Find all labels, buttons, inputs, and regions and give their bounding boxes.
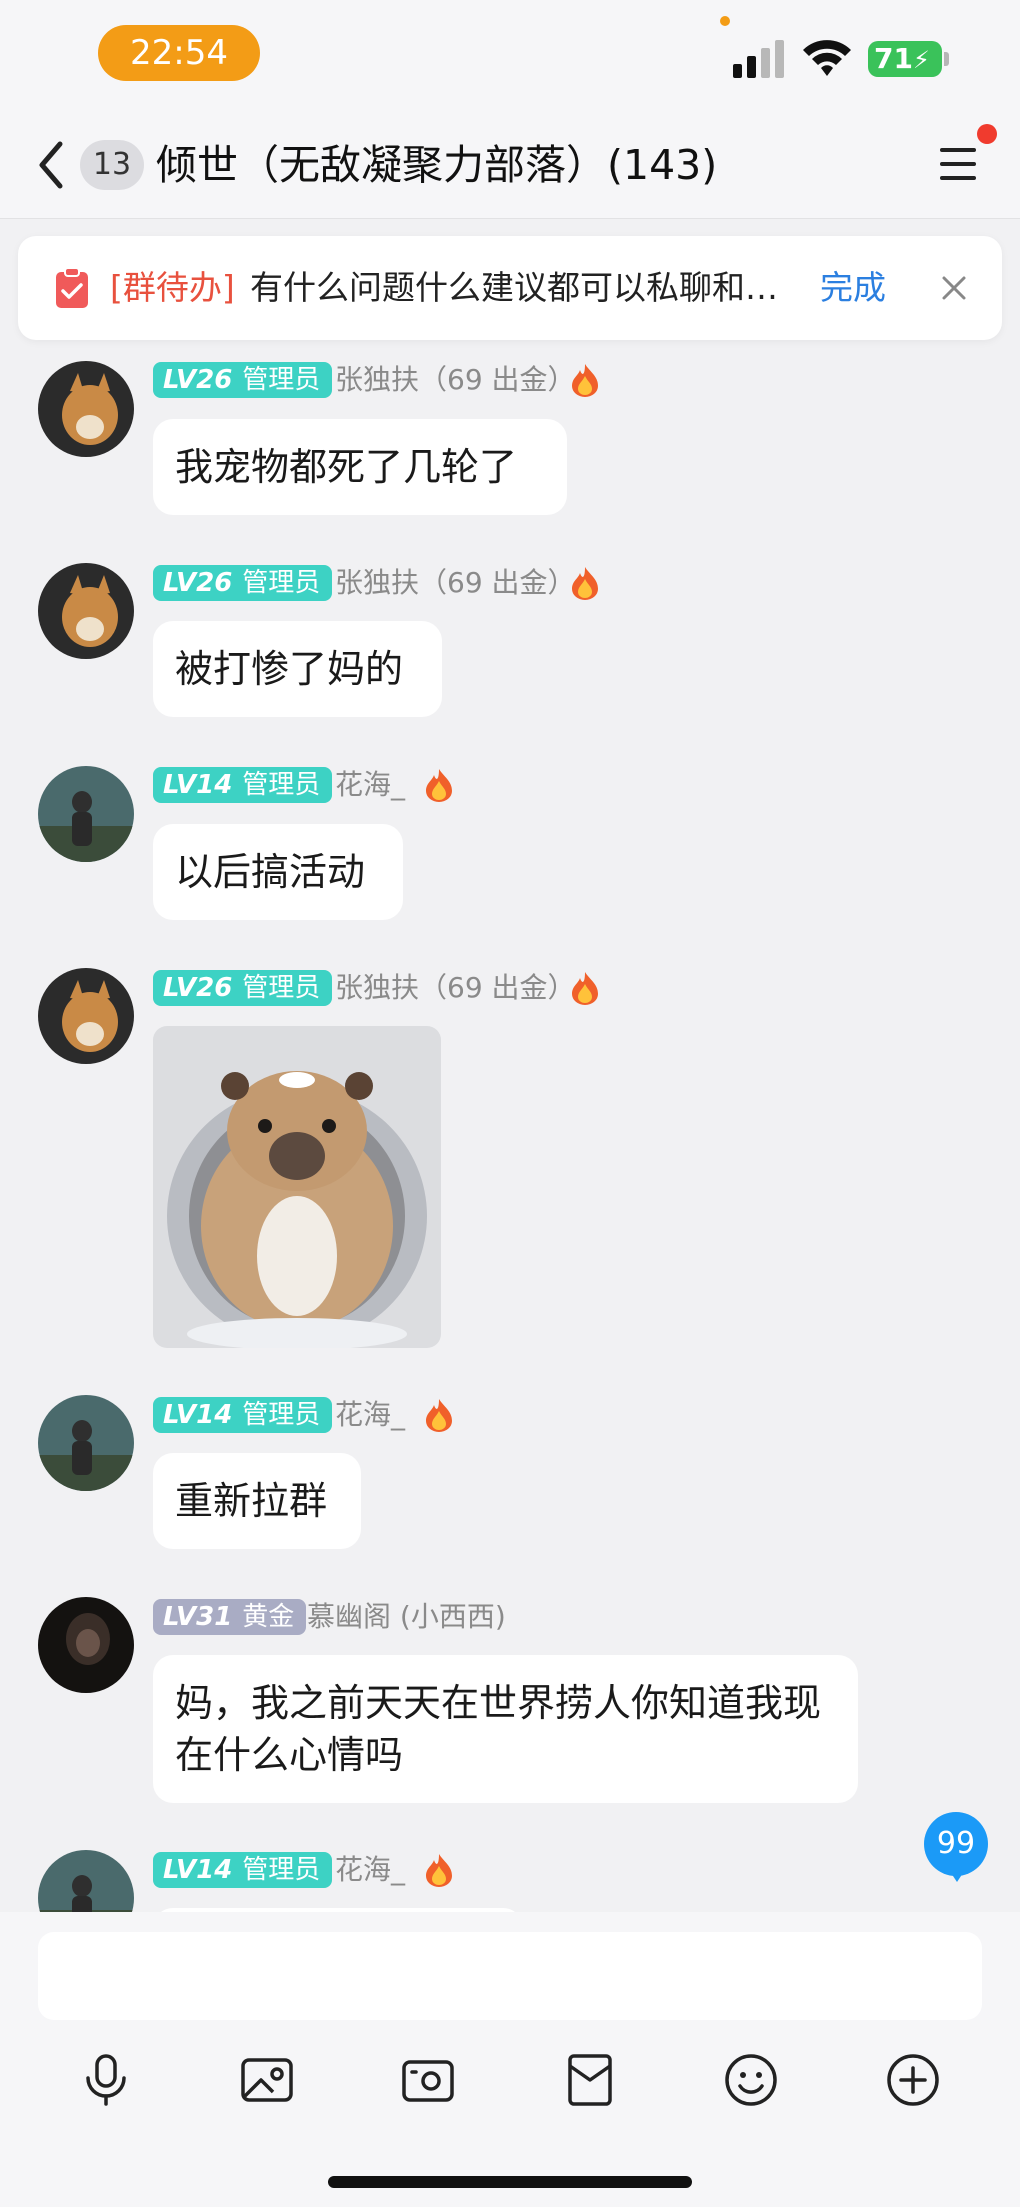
- todo-done-button[interactable]: 完成: [820, 264, 886, 312]
- privacy-dot-icon: [720, 16, 730, 26]
- home-indicator: [328, 2176, 692, 2188]
- microphone-icon[interactable]: [76, 2050, 136, 2110]
- message-bubble[interactable]: 我宠物都死了几轮了: [153, 419, 567, 515]
- sender-name[interactable]: 张独扶（69 出金）: [335, 362, 576, 398]
- avatar[interactable]: [38, 1850, 134, 1912]
- emoji-icon[interactable]: [721, 2050, 781, 2110]
- todo-tag: [群待办]: [110, 268, 235, 307]
- image-icon[interactable]: [237, 2050, 297, 2110]
- todo-icon: [56, 267, 88, 308]
- avatar[interactable]: [38, 1597, 134, 1693]
- close-icon[interactable]: [940, 274, 968, 302]
- level-badge: LV26 管理员: [153, 970, 333, 1006]
- back-icon[interactable]: [36, 140, 66, 190]
- flame-icon: [426, 769, 452, 802]
- sender-name[interactable]: 花海_: [335, 1397, 405, 1433]
- level-badge: LV31 黄金: [153, 1599, 307, 1635]
- chat-title[interactable]: 倾世（无敌凝聚力部落）(143): [156, 136, 717, 194]
- new-messages-badge[interactable]: 99: [924, 1812, 988, 1876]
- message-bubble[interactable]: 以后搞活动: [153, 824, 403, 920]
- level-badge: LV26 管理员: [153, 565, 333, 601]
- cellular-signal-icon: [733, 40, 784, 78]
- avatar[interactable]: [38, 563, 134, 659]
- wifi-icon: [803, 40, 851, 76]
- capybara-photo[interactable]: [153, 1026, 441, 1348]
- flame-icon: [572, 972, 598, 1005]
- sender-name[interactable]: 花海_: [335, 1852, 405, 1888]
- avatar[interactable]: [38, 766, 134, 862]
- sender-name[interactable]: 张独扶（69 出金）: [335, 970, 576, 1006]
- status-time: 22:54: [98, 25, 260, 81]
- sender-name[interactable]: 花海_: [335, 767, 405, 803]
- flame-icon: [426, 1399, 452, 1432]
- notification-dot: [977, 124, 997, 144]
- menu-icon[interactable]: [938, 144, 978, 184]
- camera-icon[interactable]: [398, 2050, 458, 2110]
- flame-icon: [426, 1854, 452, 1887]
- message-bubble[interactable]: 被打惨了妈的: [153, 621, 442, 717]
- avatar[interactable]: [38, 1395, 134, 1491]
- message-bubble[interactable]: 重新拉群: [153, 1453, 361, 1549]
- level-badge: LV14 管理员: [153, 767, 333, 803]
- battery-tip: [944, 52, 949, 66]
- unread-count-badge[interactable]: 13: [80, 140, 144, 190]
- badge-tail: [949, 1870, 965, 1882]
- level-badge: LV14 管理员: [153, 1397, 333, 1433]
- sender-name[interactable]: 慕幽阁 (小西西): [307, 1599, 506, 1635]
- sender-name[interactable]: 张独扶（69 出金）: [335, 565, 576, 601]
- todo-text[interactable]: 有什么问题什么建议都可以私聊和…: [250, 264, 778, 312]
- flame-icon: [572, 364, 598, 397]
- red-packet-icon[interactable]: [560, 2050, 620, 2110]
- avatar[interactable]: [38, 968, 134, 1064]
- avatar[interactable]: [38, 361, 134, 457]
- plus-icon[interactable]: [883, 2050, 943, 2110]
- message-bubble[interactable]: 妈，我之前天天在世界捞人你知道我现在什么心情吗: [153, 1655, 858, 1803]
- level-badge: LV14 管理员: [153, 1852, 333, 1888]
- message-partial: LV14 管理员 花海_: [0, 1800, 1020, 1912]
- level-badge: LV26 管理员: [153, 362, 333, 398]
- message-input[interactable]: [38, 1932, 982, 2020]
- flame-icon: [572, 567, 598, 600]
- battery-indicator: 71⚡: [868, 41, 942, 77]
